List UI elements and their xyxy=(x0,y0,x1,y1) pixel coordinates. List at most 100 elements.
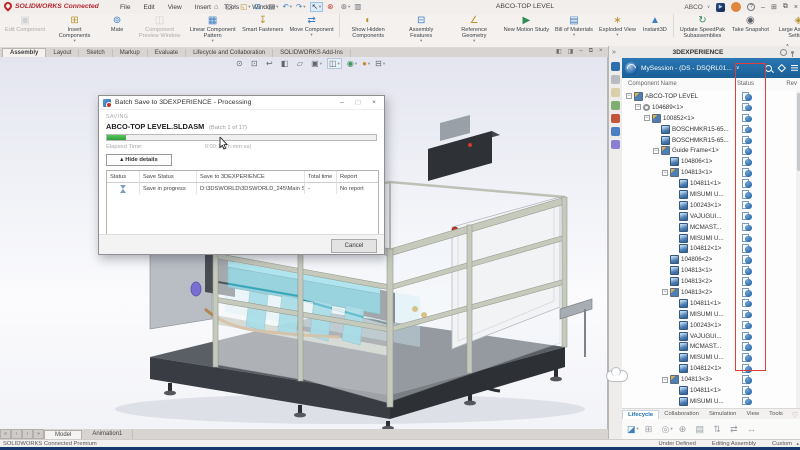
ribbon-button[interactable]: ▶ New Motion Study ▾ xyxy=(501,14,552,37)
lifecycle-tool-icon[interactable]: ↔ ▾ xyxy=(747,424,759,434)
quick-access-icon[interactable]: ↶ ▾ xyxy=(282,3,292,11)
gear-icon[interactable] xyxy=(780,49,787,56)
lifecycle-tool-icon[interactable]: ◪ ▾ xyxy=(627,424,639,435)
task-pane-tab-icon[interactable] xyxy=(611,127,620,136)
task-pane-tab-icon[interactable] xyxy=(611,140,620,149)
hide-details-button[interactable]: ▴ Hide details xyxy=(106,154,172,166)
ribbon-button[interactable]: ∠ Reference Geometry ▾ xyxy=(448,14,501,43)
panel-tab[interactable]: View xyxy=(741,410,764,419)
tree-collapse-toggle[interactable]: − xyxy=(644,115,650,121)
tree-row[interactable]: − VAJUGUI... xyxy=(622,331,800,342)
ribbon-button[interactable]: ⊚ Mate ▾ xyxy=(101,14,133,37)
commandmanager-tab[interactable]: Layout xyxy=(46,49,79,57)
lifecycle-tool-icon[interactable]: ⇅ ▾ xyxy=(713,424,724,435)
user-avatar[interactable] xyxy=(731,2,741,12)
tree-row[interactable]: − MISUMI U... xyxy=(622,396,800,407)
menu-item[interactable]: Edit xyxy=(141,3,156,12)
scrollbar-thumb[interactable] xyxy=(797,93,800,171)
ribbon-button[interactable]: ∗ Exploded View ▾ xyxy=(596,14,639,37)
task-pane-tab-icon[interactable] xyxy=(611,114,620,123)
search-box[interactable]: ABCO ∨ xyxy=(684,4,710,11)
dialog-titlebar[interactable]: Batch Save to 3DEXPERIENCE - Processing … xyxy=(99,96,384,110)
tree-collapse-toggle[interactable]: − xyxy=(662,377,668,383)
heads-up-view-icon[interactable]: ◫ ▾ xyxy=(327,58,342,69)
tree-row[interactable]: − MCMAST... xyxy=(622,341,800,352)
ribbon-button[interactable]: ⊟ Assembly Features ▾ xyxy=(395,14,448,43)
commandmanager-tab[interactable]: Lifecycle and Collaboration xyxy=(186,49,273,57)
dialog-table-row[interactable]: Save in progress D:\3DSWORLD\3DSWORLD_24… xyxy=(107,183,378,194)
lifecycle-tool-icon[interactable]: ▤ ▾ xyxy=(696,424,708,435)
apps-grid-icon[interactable]: ⊞ xyxy=(771,3,777,11)
tree-collapse-toggle[interactable]: − xyxy=(635,104,641,110)
restore-button[interactable]: ⧉ xyxy=(783,3,788,11)
quick-access-icon[interactable]: ↖ ▾ xyxy=(310,2,324,12)
minimize-button[interactable]: – xyxy=(761,4,765,11)
quick-access-icon[interactable]: ⊡ ▾ xyxy=(255,3,265,11)
close-button[interactable]: × xyxy=(794,4,798,11)
menu-item[interactable]: File xyxy=(118,3,132,12)
tree-scrollbar[interactable] xyxy=(796,91,800,408)
menu-item[interactable]: Insert xyxy=(193,3,213,12)
tree-collapse-toggle[interactable]: − xyxy=(662,289,668,295)
tree-row[interactable]: − 104806<1> xyxy=(622,156,800,167)
sheet-nav-button[interactable]: › xyxy=(22,429,33,439)
ribbon-button[interactable]: ▣ Edit Component ▾ xyxy=(2,14,48,37)
commandmanager-tab[interactable]: Sketch xyxy=(79,49,112,57)
document-window-control[interactable]: × xyxy=(599,48,603,55)
heads-up-view-icon[interactable]: ⊙ ▾ xyxy=(236,59,246,68)
sheet-nav-button[interactable]: ‹ xyxy=(11,429,22,439)
task-pane-tab-icon[interactable] xyxy=(611,88,620,97)
tag-icon[interactable] xyxy=(777,64,785,72)
column-component-name[interactable]: Component Name xyxy=(628,81,677,87)
tree-row[interactable]: − 104811<1> xyxy=(622,298,800,309)
document-window-control[interactable]: ◨ xyxy=(568,48,574,55)
document-window-control[interactable]: ◧ xyxy=(556,48,562,55)
quick-access-icon[interactable]: ▢ ▾ xyxy=(226,3,236,11)
quick-access-icon[interactable]: ⊛ ▾ xyxy=(341,3,351,11)
model-tab[interactable]: Model xyxy=(44,430,82,439)
tree-row[interactable]: − MISUMI U... xyxy=(622,189,800,200)
notification-cloud-icon[interactable] xyxy=(606,370,628,382)
tree-row[interactable]: − MISUMI U... xyxy=(622,352,800,363)
ribbon-button[interactable]: ▲ Instant3D ▾ xyxy=(639,14,674,37)
tree-collapse-toggle[interactable]: − xyxy=(653,148,659,154)
tree-row[interactable]: − 104813<2> xyxy=(622,287,800,298)
document-window-control[interactable]: ⧉ xyxy=(589,48,593,55)
cancel-button[interactable]: Cancel xyxy=(331,239,377,253)
tree-collapse-toggle[interactable]: − xyxy=(626,93,632,99)
dialog-minimize-button[interactable]: – xyxy=(334,96,350,108)
3dexperience-launcher-icon[interactable]: ▶ xyxy=(716,3,725,12)
commandmanager-tab[interactable]: Evaluate xyxy=(148,49,186,57)
tree-row[interactable]: − 104806<2> xyxy=(622,254,800,265)
column-status[interactable]: Status xyxy=(737,81,754,87)
help-button[interactable]: ? xyxy=(747,3,755,11)
panel-tab[interactable]: Tools xyxy=(764,410,788,419)
task-pane-tab-icon[interactable] xyxy=(611,62,620,71)
sheet-nav-button[interactable]: » xyxy=(33,429,44,439)
document-window-control[interactable]: – xyxy=(579,48,582,55)
tree-row[interactable]: − VAJUGUI... xyxy=(622,211,800,222)
heads-up-view-icon[interactable]: ⊡ ▾ xyxy=(251,59,261,68)
tree-row[interactable]: − 104813<1> xyxy=(622,167,800,178)
quick-access-icon[interactable]: ↷ ▾ xyxy=(296,3,306,11)
chevron-down-icon[interactable]: ∨ xyxy=(736,65,740,71)
tree-row[interactable]: − 100852<1> xyxy=(622,113,800,124)
ribbon-button[interactable]: ⇄ Move Component ▾ xyxy=(286,14,339,37)
tree-row[interactable]: − 104812<1> xyxy=(622,243,800,254)
quick-access-icon[interactable]: ⊗ ▾ xyxy=(327,3,337,11)
lifecycle-tool-icon[interactable]: ◎ ▾ xyxy=(662,424,673,435)
heads-up-view-icon[interactable]: ↩ ▾ xyxy=(266,59,276,68)
tree-row[interactable]: − 100243<1> xyxy=(622,320,800,331)
tree-row[interactable]: − 104813<2> xyxy=(622,276,800,287)
panel-tab[interactable]: Simulation xyxy=(704,410,742,419)
pin-icon[interactable] xyxy=(791,51,794,54)
tree-row[interactable]: − 104812<1> xyxy=(622,363,800,374)
tree-row[interactable]: − 104811<1> xyxy=(622,178,800,189)
tree-row[interactable]: − 100243<1> xyxy=(622,200,800,211)
quick-access-icon[interactable]: ▤ ▾ xyxy=(268,3,278,11)
tree-row[interactable]: − 104811<1> xyxy=(622,385,800,396)
ribbon-button[interactable]: ◈ Large Assembly Settings ▾ xyxy=(772,14,800,43)
task-pane-tab-icon[interactable] xyxy=(611,75,620,84)
ribbon-button[interactable]: ↻ Update SpeedPak Subassemblies ▾ xyxy=(676,14,729,43)
tree-row[interactable]: − Guide Frame<1> xyxy=(622,145,800,156)
